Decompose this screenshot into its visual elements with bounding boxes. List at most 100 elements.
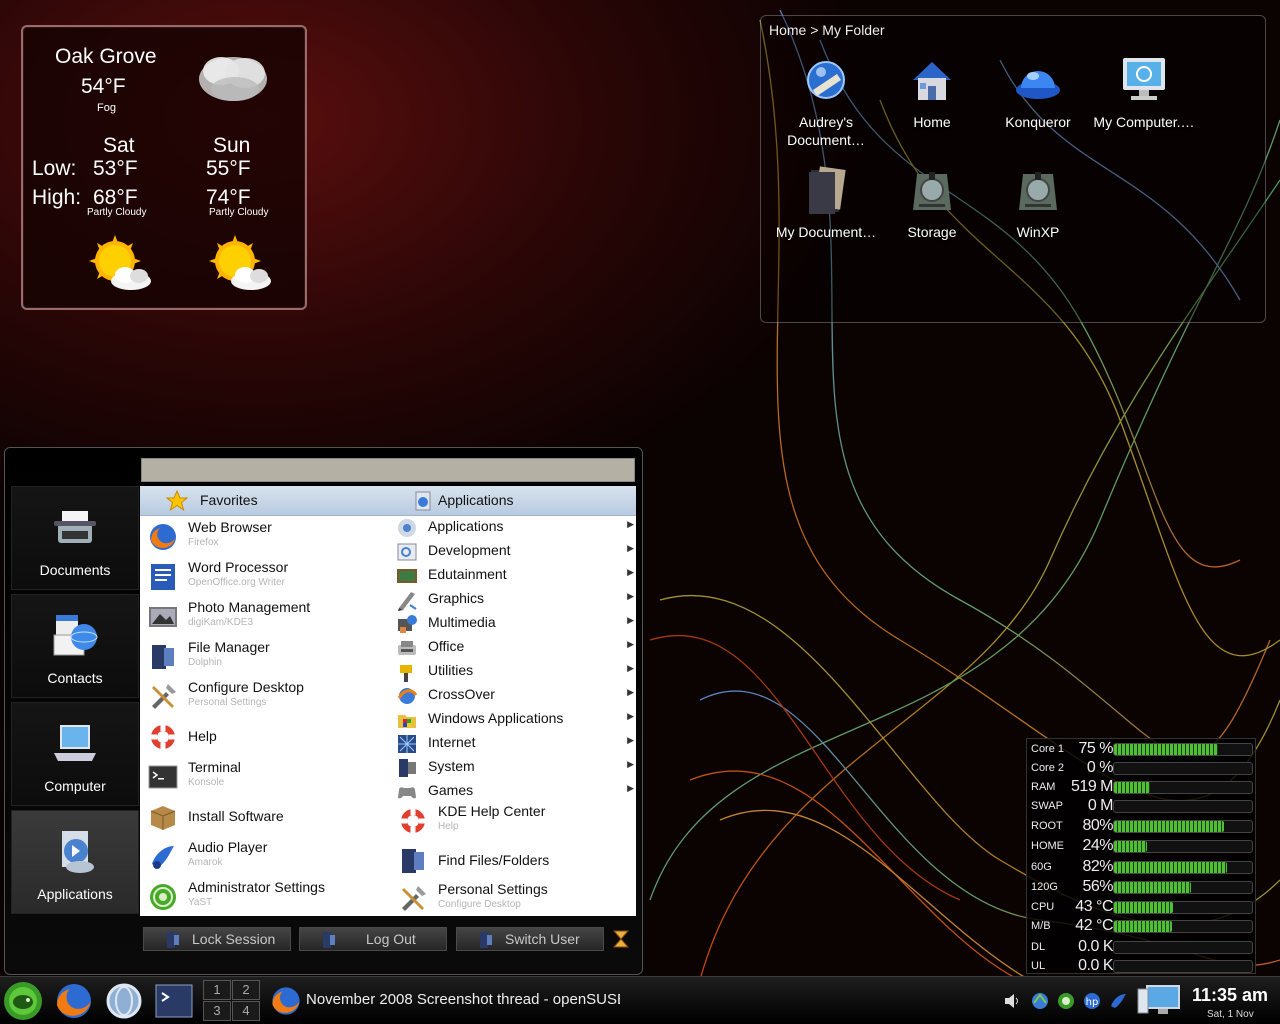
favorite-install-software[interactable]: Install Software: [146, 798, 386, 838]
application-launcher[interactable]: Documents Contacts Computer Applications…: [4, 447, 643, 975]
fog-cloud-icon: [199, 57, 267, 101]
clock-date: Sat, 1 Nov: [1207, 1009, 1254, 1020]
log-out-button[interactable]: Log Out: [299, 927, 447, 951]
show-desktop-icon[interactable]: [1136, 983, 1182, 1019]
hourglass-icon[interactable]: [611, 929, 631, 949]
clock-time[interactable]: 11:35 am: [1192, 985, 1268, 1006]
konqueror-launcher-icon[interactable]: [104, 981, 144, 1021]
edutainment-icon: [397, 569, 417, 583]
desktop-item-storage[interactable]: Storage: [879, 166, 985, 241]
pager-desktop-4[interactable]: 4: [232, 1001, 260, 1021]
favorite-help[interactable]: Help: [146, 718, 386, 758]
desktop-item-audreys-documents[interactable]: Audrey's Document…: [773, 56, 879, 149]
sysmon-row: 60G 82%: [1027, 858, 1257, 877]
tab-applications[interactable]: Applications: [388, 486, 636, 516]
sysmon-meter-fill: [1114, 821, 1225, 832]
system-icon: [399, 759, 416, 777]
favorite-word-processor[interactable]: Word Processor OpenOffice.org Writer: [146, 558, 386, 598]
desktop-pager[interactable]: 1 2 3 4: [203, 980, 261, 1022]
sysmon-label: HOME: [1031, 840, 1064, 852]
sysmon-meter-fill: [1114, 782, 1150, 793]
sysmon-meter-fill: [1114, 841, 1148, 852]
amarok-tray-icon[interactable]: [1108, 991, 1128, 1011]
search-bar[interactable]: [141, 458, 635, 482]
sysmon-value: 0 %: [1086, 759, 1114, 776]
app-category-applications[interactable]: Applications ▶: [396, 515, 636, 539]
favorite-audio-player[interactable]: Audio Player Amarok: [146, 838, 386, 878]
sysmon-label: RAM: [1031, 781, 1056, 793]
desktop-item-home[interactable]: Home: [879, 56, 985, 131]
sysmon-label: Core 1: [1031, 743, 1065, 755]
network-icon[interactable]: [1030, 991, 1050, 1011]
switch-user-button[interactable]: Switch User: [456, 927, 604, 951]
volume-icon[interactable]: [1002, 991, 1022, 1011]
category-documents[interactable]: Documents: [11, 486, 139, 590]
menu-pane: Favorites Applications Web Browser Firef…: [140, 486, 636, 916]
task-firefox-window[interactable]: November 2008 Screenshot thread - openSU…: [268, 979, 620, 1023]
category-contacts[interactable]: Contacts: [11, 594, 139, 698]
weather-temp-now: 54°F: [81, 75, 126, 98]
category-applications[interactable]: Applications: [11, 810, 139, 914]
pager-desktop-2[interactable]: 2: [232, 980, 260, 1000]
app-kde-help-center[interactable]: KDE Help Center Help: [396, 802, 636, 842]
sysmon-value: 519 M: [1071, 778, 1113, 795]
app-category-multimedia[interactable]: Multimedia ▶: [396, 611, 636, 635]
favorite-web-browser[interactable]: Web Browser Firefox: [146, 518, 386, 558]
applications-icon: [415, 491, 431, 511]
app-category-utilities[interactable]: Utilities ▶: [396, 659, 636, 683]
desktop-item-my-computer[interactable]: My Computer.…: [1091, 56, 1197, 131]
sysmon-meter: [1113, 920, 1253, 933]
app-category-crossover[interactable]: CrossOver ▶: [396, 683, 636, 707]
app-category-windows-applications[interactable]: Windows Applications ▶: [396, 707, 636, 731]
sysmon-meter: [1113, 840, 1253, 853]
pager-desktop-1[interactable]: 1: [203, 980, 231, 1000]
app-personal-settings[interactable]: Personal Settings Configure Desktop: [396, 880, 636, 920]
contacts-icon: [53, 615, 98, 656]
favorite-terminal[interactable]: Terminal Konsole: [146, 758, 386, 798]
sysmon-meter-fill: [1114, 744, 1218, 755]
favorite-file-manager[interactable]: File Manager Dolphin: [146, 638, 386, 678]
app-category-edutainment[interactable]: Edutainment ▶: [396, 563, 636, 587]
update-icon[interactable]: [1056, 991, 1076, 1011]
desktop-item-konqueror[interactable]: Konqueror: [985, 56, 1091, 131]
sysmon-meter: [1113, 901, 1253, 914]
sysmon-meter: [1113, 960, 1253, 973]
app-category-office[interactable]: Office ▶: [396, 635, 636, 659]
app-category-development[interactable]: Development ▶: [396, 539, 636, 563]
sysmon-label: 120G: [1031, 881, 1058, 893]
favorite-photo-management[interactable]: Photo Management digiKam/KDE3: [146, 598, 386, 638]
folder-view[interactable]: Home > My Folder Audrey's Document… Home…: [760, 15, 1266, 323]
terminal-launcher-icon[interactable]: [154, 981, 194, 1021]
favorite-administrator-settings[interactable]: Administrator Settings YaST: [146, 878, 386, 918]
desktop-item-my-documents[interactable]: My Document…: [773, 166, 879, 241]
sysmon-value: 24%: [1082, 837, 1113, 854]
app-category-system[interactable]: System ▶: [396, 755, 636, 779]
firefox-launcher-icon[interactable]: [54, 981, 94, 1021]
desktop-item-winxp[interactable]: WinXP: [985, 166, 1091, 241]
opensuse-menu-icon[interactable]: [2, 980, 44, 1022]
tab-favorites[interactable]: Favorites: [140, 486, 388, 516]
app-find-files-folders[interactable]: Find Files/Folders: [396, 842, 636, 882]
weather-low-label: Low:: [32, 157, 77, 180]
sysmon-meter-fill: [1114, 921, 1172, 932]
favorite-configure-desktop[interactable]: Configure Desktop Personal Settings: [146, 678, 386, 718]
drive-icon: [913, 172, 951, 210]
laptop-icon: [54, 725, 96, 761]
app-category-games[interactable]: Games ▶: [396, 779, 636, 803]
folder-documents-icon: [807, 61, 845, 99]
pager-desktop-3[interactable]: 3: [203, 1001, 231, 1021]
sysmon-meter-fill: [1114, 902, 1174, 913]
printer-icon[interactable]: hp: [1082, 991, 1102, 1011]
breadcrumb[interactable]: Home > My Folder: [769, 22, 885, 38]
weather-cond-1: Partly Cloudy: [87, 207, 147, 218]
category-computer[interactable]: Computer: [11, 702, 139, 806]
app-category-internet[interactable]: Internet ▶: [396, 731, 636, 755]
applications-icon: [398, 519, 416, 537]
sysmon-value: 80%: [1082, 817, 1113, 834]
sysmon-row: HOME 24%: [1027, 837, 1257, 856]
lock-session-button[interactable]: Lock Session: [143, 927, 291, 951]
applications-icon: [62, 831, 94, 873]
writer-icon: [151, 564, 175, 590]
sysmon-row: DL 0.0 K: [1027, 938, 1257, 957]
app-category-graphics[interactable]: Graphics ▶: [396, 587, 636, 611]
